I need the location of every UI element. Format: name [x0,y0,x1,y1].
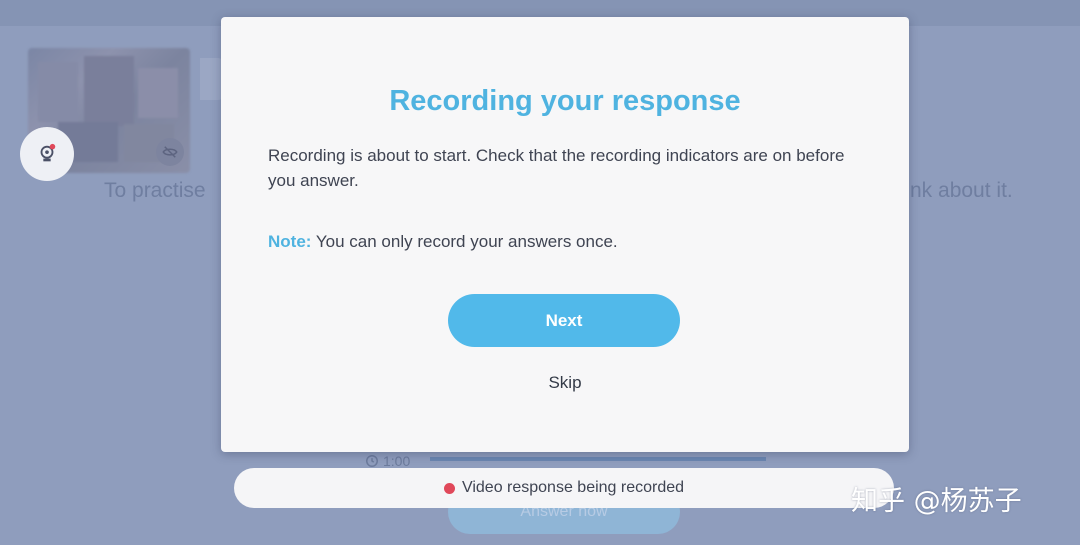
clock-icon [366,455,378,467]
timer-progress-bar [430,457,766,461]
recording-status-bar: Video response being recorded [234,468,894,508]
skip-link[interactable]: Skip [221,373,909,393]
next-button[interactable]: Next [448,294,680,347]
eye-off-icon[interactable] [156,138,184,166]
note-label: Note: [268,232,312,251]
recording-status-text: Video response being recorded [461,479,685,496]
recording-modal: Recording your response Recording is abo… [221,17,909,452]
modal-note: Note: You can only record your answers o… [268,232,618,252]
watermark: 知乎 @杨苏子 [851,486,1022,517]
instruction-text-left: To practise [104,179,206,202]
modal-body-text: Recording is about to start. Check that … [268,146,845,190]
webcam-icon[interactable] [20,127,74,181]
note-text: You can only record your answers once. [315,232,618,251]
timer: 1:00 [365,453,410,469]
modal-title: Recording your response [389,85,741,117]
recording-dot-icon [443,482,455,494]
timer-value: 1:00 [383,453,411,469]
instruction-text-right: nk about it. [910,179,1013,202]
